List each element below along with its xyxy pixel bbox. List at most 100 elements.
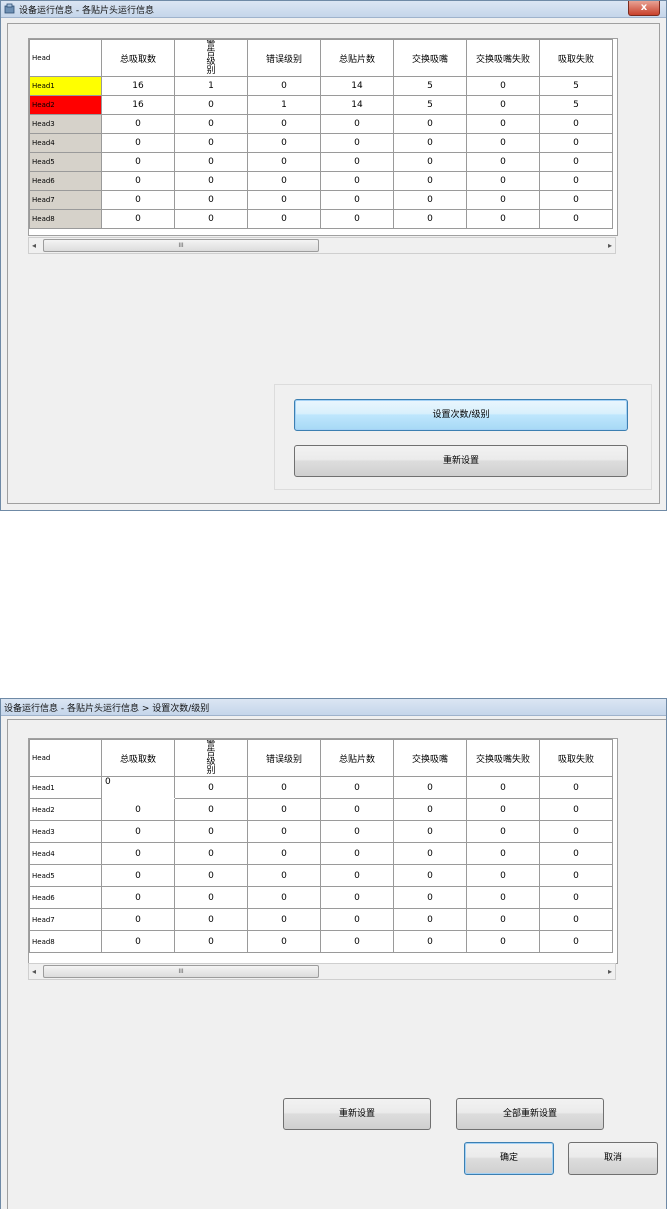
row-header[interactable]: Head4 bbox=[29, 133, 102, 153]
editable-cell[interactable]: 0 bbox=[247, 908, 321, 931]
column-header[interactable]: 总吸取数 bbox=[101, 739, 175, 777]
column-header[interactable]: 警告级别 bbox=[174, 739, 248, 777]
row-header[interactable]: Head1 bbox=[29, 76, 102, 96]
editable-cell[interactable]: 0 bbox=[247, 930, 321, 953]
editable-cell[interactable]: 0 bbox=[174, 842, 248, 865]
editable-cell[interactable]: 0 bbox=[320, 798, 394, 821]
row-header[interactable]: Head2 bbox=[29, 95, 102, 115]
column-header[interactable]: 总吸取数 bbox=[101, 39, 175, 77]
row-header[interactable]: Head8 bbox=[29, 209, 102, 229]
table-row[interactable]: Head8 0 0 0 0 0 0 0 bbox=[29, 930, 613, 953]
row-header[interactable]: Head2 bbox=[29, 798, 102, 821]
editable-cell[interactable]: 0 bbox=[101, 864, 175, 887]
scroll-left-arrow-icon[interactable]: ◂ bbox=[32, 967, 36, 976]
editable-cell[interactable]: 0 bbox=[539, 908, 613, 931]
editable-cell[interactable]: 0 bbox=[247, 820, 321, 843]
editable-cell[interactable]: 0 bbox=[539, 776, 613, 799]
editable-cell[interactable]: 0 bbox=[320, 864, 394, 887]
scroll-right-arrow-icon[interactable]: ▸ bbox=[608, 967, 612, 976]
reset-button[interactable]: 重新设置 bbox=[283, 1098, 431, 1130]
column-header[interactable]: 交换吸嘴 bbox=[393, 39, 467, 77]
close-button[interactable]: x bbox=[628, 1, 660, 16]
row-header[interactable]: Head6 bbox=[29, 171, 102, 191]
column-header[interactable]: 交换吸嘴失败 bbox=[466, 739, 540, 777]
editable-cell[interactable]: 0 bbox=[174, 886, 248, 909]
editable-cell[interactable]: 0 bbox=[101, 930, 175, 953]
editable-cell[interactable]: 0 bbox=[393, 776, 467, 799]
editable-cell[interactable]: 0 bbox=[466, 930, 540, 953]
editable-cell[interactable]: 0 bbox=[320, 908, 394, 931]
editable-cell[interactable]: 0 bbox=[247, 798, 321, 821]
scroll-thumb[interactable]: III bbox=[43, 239, 319, 252]
editable-cell[interactable]: 0 bbox=[247, 886, 321, 909]
row-header[interactable]: Head1 bbox=[29, 776, 102, 799]
editable-cell[interactable]: 0 bbox=[466, 820, 540, 843]
row-header[interactable]: Head8 bbox=[29, 930, 102, 953]
editable-cell[interactable]: 0 bbox=[393, 798, 467, 821]
editable-cell[interactable]: 0 bbox=[101, 776, 175, 799]
scroll-left-arrow-icon[interactable]: ◂ bbox=[32, 241, 36, 250]
table-row[interactable]: Head5 0 0 0 0 0 0 0 bbox=[29, 152, 613, 172]
table-row[interactable]: Head1 0 0 0 0 0 0 0 bbox=[29, 776, 613, 799]
table-row[interactable]: Head7 0 0 0 0 0 0 0 bbox=[29, 908, 613, 931]
editable-cell[interactable]: 0 bbox=[539, 886, 613, 909]
editable-cell[interactable]: 0 bbox=[247, 776, 321, 799]
editable-cell[interactable]: 0 bbox=[466, 886, 540, 909]
editable-cell[interactable]: 0 bbox=[539, 864, 613, 887]
editable-cell[interactable]: 0 bbox=[539, 820, 613, 843]
row-header[interactable]: Head3 bbox=[29, 114, 102, 134]
set-count-level-button[interactable]: 设置次数/级别 bbox=[294, 399, 628, 431]
editable-cell[interactable]: 0 bbox=[320, 820, 394, 843]
row-header[interactable]: Head5 bbox=[29, 864, 102, 887]
reset-all-button[interactable]: 全部重新设置 bbox=[456, 1098, 604, 1130]
title-bar[interactable]: 设备运行信息 - 各贴片头运行信息 x bbox=[1, 1, 666, 18]
row-header[interactable]: Head6 bbox=[29, 886, 102, 909]
column-header[interactable]: 总贴片数 bbox=[320, 739, 394, 777]
editable-cell[interactable]: 0 bbox=[393, 820, 467, 843]
table-row[interactable]: Head5 0 0 0 0 0 0 0 bbox=[29, 864, 613, 887]
editable-cell[interactable]: 0 bbox=[174, 908, 248, 931]
editable-cell[interactable]: 0 bbox=[393, 908, 467, 931]
column-header[interactable]: 错误级别 bbox=[247, 39, 321, 77]
row-header[interactable]: Head5 bbox=[29, 152, 102, 172]
editable-cell[interactable]: 0 bbox=[101, 908, 175, 931]
column-header[interactable]: 总贴片数 bbox=[320, 39, 394, 77]
table-row[interactable]: Head3 0 0 0 0 0 0 0 bbox=[29, 820, 613, 843]
table-row[interactable]: Head7 0 0 0 0 0 0 0 bbox=[29, 190, 613, 210]
row-header[interactable]: Head7 bbox=[29, 190, 102, 210]
scroll-thumb[interactable]: III bbox=[43, 965, 319, 978]
column-header[interactable]: 交换吸嘴失败 bbox=[466, 39, 540, 77]
table-row[interactable]: Head6 0 0 0 0 0 0 0 bbox=[29, 171, 613, 191]
editable-cell[interactable]: 0 bbox=[466, 864, 540, 887]
editable-cell[interactable]: 0 bbox=[101, 886, 175, 909]
table-row[interactable]: Head4 0 0 0 0 0 0 0 bbox=[29, 133, 613, 153]
column-header[interactable]: 吸取失败 bbox=[539, 39, 613, 77]
editable-cell[interactable]: 0 bbox=[247, 864, 321, 887]
table-row[interactable]: Head2 0 0 0 0 0 0 0 bbox=[29, 798, 613, 821]
column-header[interactable]: 警告级别 bbox=[174, 39, 248, 77]
horizontal-scrollbar[interactable]: ◂ III ▸ bbox=[28, 963, 616, 980]
table-row[interactable]: Head8 0 0 0 0 0 0 0 bbox=[29, 209, 613, 229]
editable-cell[interactable]: 0 bbox=[174, 820, 248, 843]
editable-cell[interactable]: 0 bbox=[466, 842, 540, 865]
column-header-head[interactable]: Head bbox=[29, 739, 102, 777]
editable-cell[interactable]: 0 bbox=[101, 820, 175, 843]
editable-cell[interactable]: 0 bbox=[393, 864, 467, 887]
editable-cell[interactable]: 0 bbox=[247, 842, 321, 865]
editable-cell[interactable]: 0 bbox=[320, 886, 394, 909]
editable-cell[interactable]: 0 bbox=[174, 776, 248, 799]
table-row[interactable]: Head6 0 0 0 0 0 0 0 bbox=[29, 886, 613, 909]
editable-cell[interactable]: 0 bbox=[320, 776, 394, 799]
editable-cell[interactable]: 0 bbox=[466, 776, 540, 799]
column-header[interactable]: 交换吸嘴 bbox=[393, 739, 467, 777]
editable-cell[interactable]: 0 bbox=[393, 930, 467, 953]
editable-cell[interactable]: 0 bbox=[539, 930, 613, 953]
row-header[interactable]: Head3 bbox=[29, 820, 102, 843]
ok-button[interactable]: 确定 bbox=[464, 1142, 554, 1175]
column-header[interactable]: 错误级别 bbox=[247, 739, 321, 777]
editable-cell[interactable]: 0 bbox=[466, 798, 540, 821]
editable-cell[interactable]: 0 bbox=[320, 842, 394, 865]
scroll-right-arrow-icon[interactable]: ▸ bbox=[608, 241, 612, 250]
reset-button[interactable]: 重新设置 bbox=[294, 445, 628, 477]
editable-cell[interactable]: 0 bbox=[174, 864, 248, 887]
